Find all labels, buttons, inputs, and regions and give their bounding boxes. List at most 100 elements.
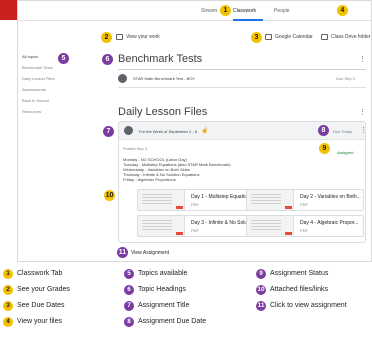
file-title: Day 1 - Multistep Equatio...: [191, 194, 252, 200]
legend-item: 3 See Due Dates: [3, 301, 64, 311]
legend-item: 8 Assignment Due Date: [124, 317, 206, 327]
file-card-day-2[interactable]: Day 2 - Variables on Both... PDF: [246, 189, 364, 211]
assignment-title[interactable]: For the Week of September 2 - 6: [139, 129, 197, 134]
legend-item: 6 Topic Headings: [124, 285, 186, 295]
person-icon: [116, 34, 123, 40]
file-type: PDF: [300, 228, 308, 233]
file-thumbnail: [138, 216, 185, 236]
legend-item: 4 View your files: [3, 317, 62, 327]
google-calendar-label: Google Calendar: [275, 34, 313, 40]
legend-number: 5: [124, 269, 134, 279]
legend-number: 9: [256, 269, 266, 279]
file-title: Day 4 - Algebraic Propor...: [300, 220, 359, 226]
heading-divider: [118, 69, 366, 70]
schedule-line: Friday - Algebraic Proportions: [123, 177, 176, 182]
legend-number: 6: [124, 285, 134, 295]
pdf-badge-icon: [285, 232, 292, 235]
google-calendar-button[interactable]: Google Calendar: [265, 34, 313, 40]
legend-label: Classwork Tab: [17, 270, 63, 277]
sidebar-item-assessments[interactable]: Assessments: [22, 84, 97, 95]
legend-label: Topics available: [138, 270, 188, 277]
legend-label: Assignment Title: [138, 302, 190, 309]
assignment-icon: [118, 74, 127, 83]
benchmark-item-title[interactable]: STAR Math Benchmark Test - BOY: [133, 76, 195, 81]
classroom-screen: Stream Classwork People 1 4 2 View your …: [17, 0, 372, 262]
sidebar-item-daily-lesson-files[interactable]: Daily Lesson Files: [22, 73, 97, 84]
legend-item: 5 Topics available: [124, 269, 187, 279]
marker-8: 8: [318, 125, 329, 136]
marker-3: 3: [251, 32, 262, 43]
marker-7: 7: [103, 126, 114, 137]
topic-heading-benchmark: Benchmark Tests: [118, 53, 203, 65]
legend-item: 10 Attached files/links: [256, 285, 328, 295]
file-thumbnail: [247, 216, 294, 236]
legend: 1 Classwork Tab 2 See your Grades 3 See …: [0, 265, 372, 337]
tab-stream[interactable]: Stream: [201, 8, 217, 14]
assignment-status: Assigned: [337, 150, 354, 155]
sidebar-item-resources[interactable]: Resources: [22, 106, 97, 117]
class-drive-button[interactable]: Class Drive folder: [321, 34, 370, 40]
marker-10: 10: [104, 190, 115, 201]
file-card-day-4[interactable]: Day 4 - Algebraic Propor... PDF: [246, 215, 364, 237]
assignment-icon: [124, 126, 133, 135]
legend-number: 3: [3, 301, 13, 311]
file-type: PDF: [191, 202, 199, 207]
legend-item: 9 Assignment Status: [256, 269, 328, 279]
file-title: Day 3 - Infinite & No Solu...: [191, 220, 252, 226]
calendar-icon: [265, 34, 272, 40]
pdf-badge-icon: [176, 232, 183, 235]
pdf-badge-icon: [285, 206, 292, 209]
benchmark-item-due: Due Sep 3: [336, 76, 355, 81]
file-thumbnail: [247, 190, 294, 210]
legend-number: 7: [124, 301, 134, 311]
active-tab-indicator: [233, 19, 263, 21]
sidebar-item-back-to-school[interactable]: Back to School: [22, 95, 97, 106]
file-title: Day 2 - Variables on Both...: [300, 194, 361, 200]
marker-2: 2: [101, 32, 112, 43]
legend-item: 11 Click to view assignment: [256, 301, 368, 311]
file-thumbnail: [138, 190, 185, 210]
top-nav: Stream Classwork People: [18, 1, 371, 21]
legend-label: View your files: [17, 318, 63, 325]
legend-label: Attached files/links: [270, 286, 328, 293]
more-options-icon[interactable]: ⋮: [359, 55, 366, 63]
legend-number: 11: [256, 301, 266, 311]
corner-tab: [0, 0, 17, 20]
legend-number: 4: [3, 317, 13, 327]
tab-classwork[interactable]: Classwork: [233, 8, 256, 14]
pdf-badge-icon: [176, 206, 183, 209]
legend-item: 2 See your Grades: [3, 285, 70, 295]
marker-6: 6: [102, 54, 113, 65]
marker-1: 1: [220, 5, 231, 16]
sidebar-item-benchmark-tests[interactable]: Benchmark Tests: [22, 62, 97, 73]
legend-label: Topic Headings: [138, 286, 186, 293]
view-assignment-link[interactable]: View Assignment: [131, 250, 169, 256]
legend-number: 10: [256, 285, 266, 295]
assignment-due: Due Today: [333, 129, 353, 134]
marker-9: 9: [319, 143, 330, 154]
marker-11: 11: [117, 247, 128, 258]
more-options-icon[interactable]: ⋮: [360, 126, 367, 134]
item-divider: [118, 87, 366, 88]
legend-label: See Due Dates: [17, 302, 65, 309]
file-card-day-3[interactable]: Day 3 - Infinite & No Solu... PDF: [137, 215, 255, 237]
posted-date: Posted Sep 3: [123, 146, 148, 151]
view-work-button[interactable]: View your work: [116, 34, 160, 40]
tab-people[interactable]: People: [274, 8, 290, 14]
legend-number: 2: [3, 285, 13, 295]
legend-number: 8: [124, 317, 134, 327]
legend-label: Click to view assignment: [270, 302, 347, 309]
file-card-day-1[interactable]: Day 1 - Multistep Equatio... PDF: [137, 189, 255, 211]
topic-heading-daily: Daily Lesson Files: [118, 106, 208, 118]
more-options-icon[interactable]: ⋮: [359, 108, 366, 116]
legend-label: Assignment Status: [270, 270, 329, 277]
cursor-icon: ☝: [201, 128, 209, 134]
assignment-card: For the Week of September 2 - 6 Due Toda…: [118, 121, 367, 243]
legend-label: Assignment Due Date: [138, 318, 207, 325]
legend-label: See your Grades: [17, 286, 70, 293]
file-type: PDF: [300, 202, 308, 207]
legend-item: 1 Classwork Tab: [3, 269, 62, 279]
class-drive-label: Class Drive folder: [331, 34, 371, 40]
marker-5: 5: [58, 53, 69, 64]
legend-item: 7 Assignment Title: [124, 301, 189, 311]
